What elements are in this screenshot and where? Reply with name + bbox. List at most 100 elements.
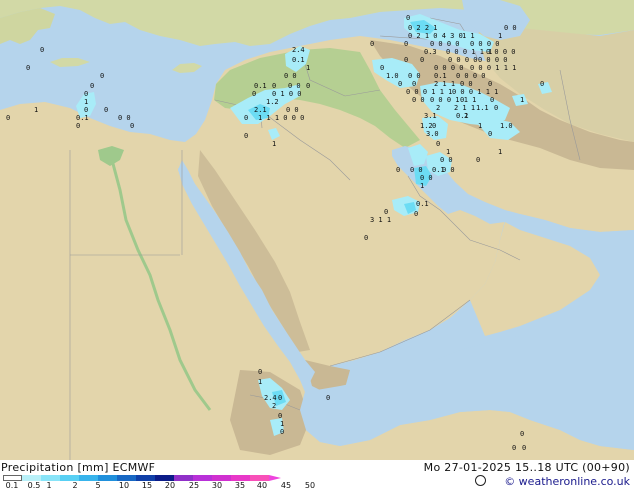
value-label: 2.1 bbox=[254, 106, 267, 114]
value-label: 1.1 bbox=[476, 104, 489, 112]
value-label: 0 bbox=[130, 122, 134, 130]
value-label: 1 bbox=[84, 98, 88, 106]
value-label: 1 bbox=[498, 148, 502, 156]
value-label: 1.0 bbox=[500, 122, 513, 130]
value-label: 0 bbox=[244, 132, 248, 140]
value-label: 0 0 0 0 bbox=[430, 40, 460, 48]
value-label: 0 bbox=[278, 394, 282, 402]
legend-tick-label: 10 bbox=[118, 481, 130, 490]
value-label: 0 0 bbox=[460, 80, 473, 88]
value-label: 0 0 bbox=[286, 106, 299, 114]
value-label: 0 2 1 0 4 3 0 bbox=[408, 32, 463, 40]
value-label: 0.1 bbox=[76, 114, 89, 122]
value-label: 0 0 0 0 bbox=[470, 40, 500, 48]
value-label: 0 bbox=[420, 56, 424, 64]
value-label: 0 bbox=[90, 82, 94, 90]
map-footer: Precipitation [mm] ECMWF Mo 27-01-2025 1… bbox=[0, 460, 634, 490]
value-label: 1 bbox=[478, 122, 482, 130]
value-label: 0 bbox=[414, 210, 418, 218]
value-label: 0 bbox=[512, 444, 516, 452]
legend-tick-label: 45 bbox=[280, 481, 292, 490]
value-label: 0 0 bbox=[440, 156, 453, 164]
credit-link[interactable]: © weatheronline.co.uk bbox=[504, 475, 630, 488]
legend-ticks: 0.1 0.5 1 2 5 10 15 20 25 30 35 40 45 50 bbox=[0, 481, 340, 490]
value-label: 0 0 bbox=[504, 24, 517, 32]
value-label: 0 0 0 1 1 1 bbox=[430, 96, 476, 104]
value-label: 0 bbox=[522, 444, 526, 452]
legend-tick-label: 50 bbox=[304, 481, 316, 490]
value-label: 0 bbox=[406, 14, 410, 22]
value-label: 1 bbox=[258, 378, 262, 386]
value-label: 0 0 0 1 1 1 bbox=[452, 88, 498, 96]
value-label: 0 bbox=[252, 90, 256, 98]
value-label: 1 1 1 0 0 0 bbox=[258, 114, 304, 122]
value-label: 0 0 bbox=[408, 72, 421, 80]
value-label: 1 bbox=[446, 148, 450, 156]
value-label: 0 bbox=[436, 140, 440, 148]
legend-tick-label: 0.5 bbox=[27, 481, 41, 490]
value-label: 1.2 bbox=[266, 98, 279, 106]
legend-tick-label: 1 bbox=[46, 481, 52, 490]
value-label: 0 bbox=[432, 122, 436, 130]
value-label: 1 bbox=[520, 96, 524, 104]
value-label: 0 bbox=[384, 208, 388, 216]
value-label: 0 0 0 1 1 1 bbox=[470, 64, 516, 72]
value-label: 0.3 bbox=[424, 48, 437, 56]
value-label: 0 bbox=[488, 80, 492, 88]
value-label: 3.1 bbox=[424, 112, 437, 120]
value-label: 2.4 bbox=[264, 394, 277, 402]
value-label: 0.1 bbox=[292, 56, 305, 64]
value-label: 1 1 bbox=[462, 32, 475, 40]
legend-tick-label: 25 bbox=[188, 481, 200, 490]
value-label: 0 bbox=[258, 368, 262, 376]
legend-tick-label: 15 bbox=[141, 481, 153, 490]
value-label: 0 bbox=[476, 156, 480, 164]
map-canvas: 0 0 0 0 0 1 1 0 0 0 0.1 0 0 0 0 2.4 0.1 … bbox=[0, 0, 634, 460]
value-label: 1.2 bbox=[420, 122, 433, 130]
value-label: 1 bbox=[420, 182, 424, 190]
precipitation-map: 0 0 0 0 0 1 1 0 0 0 0.1 0 0 0 0 2.4 0.1 … bbox=[0, 0, 634, 460]
value-label: 0 bbox=[380, 64, 384, 72]
value-label: 0 0 bbox=[288, 82, 301, 90]
value-label: 0 bbox=[364, 234, 368, 242]
value-label: 0 bbox=[460, 96, 464, 104]
value-label: 0.1 bbox=[416, 200, 429, 208]
value-label: 2 1 1 bbox=[434, 80, 455, 88]
value-label: 0.1 bbox=[434, 72, 447, 80]
value-label: 0 0 0 0 bbox=[486, 48, 516, 56]
value-label: 1 bbox=[306, 64, 310, 72]
value-label: 1 bbox=[272, 140, 276, 148]
value-label: 0 0 0 1 1 1 bbox=[406, 88, 452, 96]
value-label: 0 bbox=[244, 114, 248, 122]
value-label: 0 0 0 0 bbox=[456, 72, 486, 80]
value-label: 0 bbox=[490, 96, 494, 104]
value-label: 0 0 0 0 bbox=[448, 56, 478, 64]
value-label: 0 0 bbox=[412, 96, 425, 104]
value-label: 0 0 0 0 bbox=[478, 56, 508, 64]
value-label: 0 bbox=[404, 56, 408, 64]
value-label: 1 bbox=[34, 106, 38, 114]
legend-tick-label: 30 bbox=[211, 481, 223, 490]
value-label: 2.4 bbox=[292, 46, 305, 54]
value-label: 0 0 bbox=[420, 174, 433, 182]
legend-tick-label: 35 bbox=[234, 481, 246, 490]
value-label: 0 bbox=[280, 428, 284, 436]
legend-tick-label: 20 bbox=[164, 481, 176, 490]
value-label: 0 bbox=[40, 46, 44, 54]
value-label: 0 bbox=[6, 114, 10, 122]
value-label: 0 0 0 0 bbox=[434, 64, 464, 72]
value-label: 0 0 bbox=[442, 166, 455, 174]
value-label: 0 bbox=[272, 82, 276, 90]
value-label: 0 0 bbox=[118, 114, 131, 122]
value-label: 0 bbox=[84, 106, 88, 114]
legend-tick-label: 2 bbox=[72, 481, 78, 490]
value-label: 0 bbox=[306, 82, 310, 90]
value-label: 0 bbox=[26, 64, 30, 72]
value-label: 1 bbox=[280, 420, 284, 428]
value-label: 0 2 2 1 bbox=[408, 24, 438, 32]
value-label: 0 bbox=[326, 394, 330, 402]
value-label: 0 bbox=[370, 40, 374, 48]
map-title: Precipitation [mm] ECMWF bbox=[1, 461, 156, 474]
value-label: 2 1 1 bbox=[454, 104, 475, 112]
value-label: 0 bbox=[396, 166, 400, 174]
